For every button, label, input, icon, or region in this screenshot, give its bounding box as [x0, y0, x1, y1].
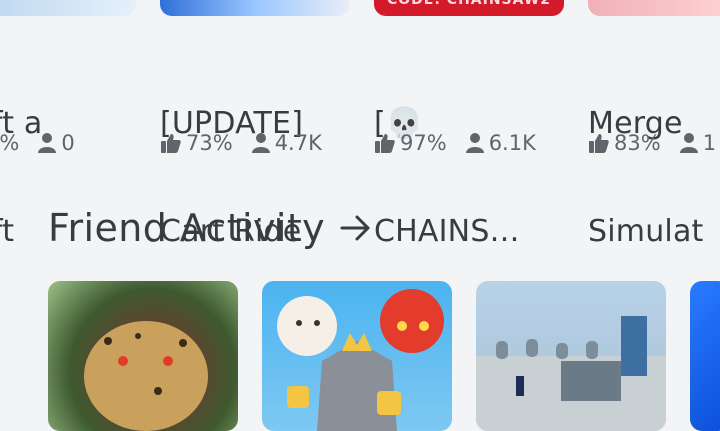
friend-activity-header[interactable]: Friend Activity	[48, 206, 373, 250]
friend-game-tile[interactable]	[476, 281, 666, 431]
thumbs-up-icon	[161, 134, 181, 153]
friend-game-tile[interactable]	[690, 281, 720, 431]
like-percentage: 73%	[186, 131, 233, 155]
title-line: Simulat	[588, 214, 704, 249]
game-card-title[interactable]: [💀 CHAINS…	[374, 34, 520, 286]
game-card-title[interactable]: Merge Simulat	[588, 34, 704, 286]
person-icon	[38, 133, 57, 153]
thumbs-up-icon	[375, 134, 395, 153]
game-thumbnail-2[interactable]	[160, 0, 350, 16]
like-percentage: 97%	[400, 131, 447, 155]
friend-game-tile[interactable]	[262, 281, 452, 431]
title-line: CHAINS…	[374, 214, 520, 249]
player-count: 0	[61, 131, 75, 155]
game-stats: 73% 4.7K	[160, 128, 322, 158]
cheetah-artwork-icon	[84, 321, 208, 431]
game-stats: 97% 6.1K	[374, 128, 536, 158]
game-thumbnail-1[interactable]	[0, 0, 136, 16]
game-thumbnail-3[interactable]: CODE: CHAINSAW2	[374, 0, 564, 16]
thumbnail-badge-text: CODE: CHAINSAW2	[386, 0, 552, 8]
person-icon	[251, 133, 270, 153]
pets-artwork-icon	[277, 289, 444, 431]
player-count: 1	[702, 131, 717, 155]
thumbs-up-icon	[589, 134, 609, 153]
like-percentage: 2%	[0, 131, 20, 155]
like-percentage: 83%	[614, 131, 661, 155]
game-stats: 83% 1	[588, 128, 716, 158]
section-title: Friend Activity	[48, 206, 326, 250]
player-count: 4.7K	[274, 131, 322, 155]
friend-game-tile[interactable]	[48, 281, 238, 431]
title-line: ft	[0, 214, 15, 249]
person-icon	[465, 133, 484, 153]
game-stats: 2% 0	[0, 128, 75, 158]
game-card-title[interactable]: ft a ft	[0, 34, 43, 286]
person-icon	[679, 133, 698, 153]
player-count: 6.1K	[488, 131, 536, 155]
arrow-right-icon	[340, 215, 370, 241]
graveyard-artwork-icon	[476, 316, 666, 431]
game-thumbnail-4[interactable]	[588, 0, 720, 16]
